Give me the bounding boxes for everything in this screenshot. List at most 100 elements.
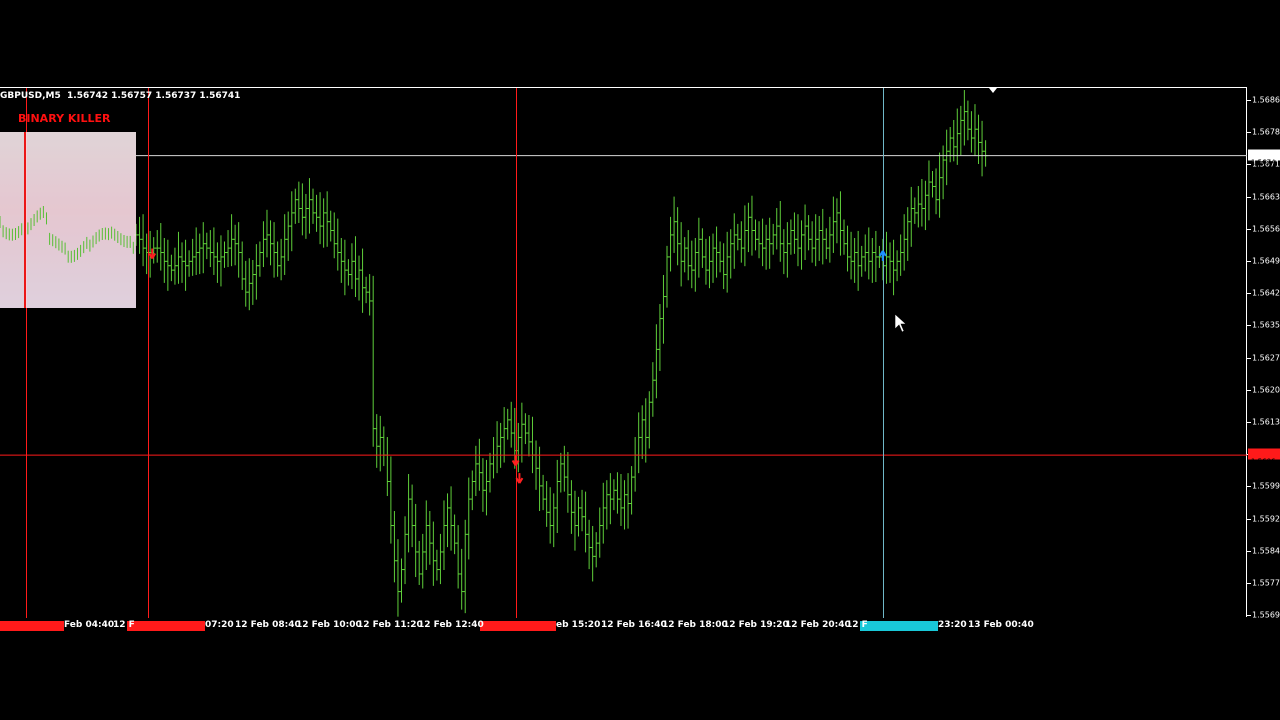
ohlc-bar (806, 215, 811, 251)
ohlc-bar (594, 532, 599, 568)
ohlc-bar (767, 217, 772, 269)
ohlc-bar (859, 245, 864, 277)
ohlc-bar (845, 225, 850, 272)
ohlc-bar (406, 474, 411, 553)
red-level-marker: 1.5606 (1248, 448, 1280, 466)
ohlc-bar (434, 549, 439, 581)
ohlc-bar (962, 90, 967, 146)
ohlc-bar (441, 500, 446, 571)
price-label: 1.5627 (1252, 353, 1280, 363)
ohlc-bar (852, 237, 857, 283)
ohlc-bar (445, 493, 450, 548)
ohlc-bar (392, 510, 397, 583)
time-marker (480, 621, 556, 631)
ohlc-bar (831, 196, 836, 253)
ohlc-bar (279, 238, 284, 281)
ohlc-bar (696, 217, 701, 278)
ohlc-bar (137, 216, 142, 254)
ohlc-bar (374, 414, 379, 468)
ohlc-bar (342, 239, 347, 296)
price-tick (1247, 486, 1251, 488)
ohlc-bar (937, 152, 942, 218)
ohlc-bar (842, 219, 846, 255)
time-marker (127, 621, 205, 631)
ohlc-bar (272, 222, 277, 278)
price-label: 1.5569 (1252, 610, 1280, 620)
price-tick (1247, 550, 1251, 552)
ohlc-bar (714, 226, 719, 278)
ohlc-bar (286, 211, 291, 261)
chart-window[interactable]: GBPUSD,M5 1.56742 1.56757 1.56737 1.5674… (0, 87, 1280, 632)
plot-area[interactable]: GBPUSD,M5 1.56742 1.56757 1.56737 1.5674… (0, 87, 1247, 618)
ohlc-bar (296, 181, 301, 224)
price-scale[interactable]: 1.5686 1.5678 1.5671 1.5663 1.5656 1.5649 1.56… (1247, 87, 1280, 620)
ohlc-bar (264, 209, 269, 258)
ohlc-bar (813, 214, 818, 267)
ohlc-bar (240, 241, 245, 290)
time-label: 12 F (846, 620, 868, 630)
ohlc-bar (318, 192, 323, 245)
price-label: 1.5613 (1252, 417, 1280, 427)
ohlc-bar (424, 500, 429, 571)
ohlc-bar (686, 230, 691, 281)
ohlc-bar (495, 421, 500, 474)
ohlc-bar (328, 210, 333, 242)
ohlc-bar (395, 539, 400, 617)
time-label: 23:20 (938, 620, 967, 630)
ohlc-bar (665, 245, 669, 308)
time-scale[interactable]: Feb 04:40 12 F 07:20 12 Feb 08:40 12 Feb 10:… (0, 617, 1247, 632)
ohlc-bar (413, 503, 418, 578)
time-label: 12 Feb 18:00 (662, 620, 728, 630)
ohlc-bar (640, 405, 645, 460)
ohlc-bar (438, 533, 443, 585)
ohlc-bar (636, 412, 641, 474)
ohlc-bar (456, 525, 461, 589)
ohlc-bar (820, 208, 825, 265)
ohlc-bar (275, 241, 280, 277)
price-tick (1247, 261, 1251, 262)
price-tick (1247, 615, 1251, 617)
price-tick (1247, 518, 1251, 520)
ohlc-bar (912, 197, 917, 224)
ohlc-bar (760, 218, 765, 267)
ohlc-bar (633, 437, 638, 492)
ohlc-bar (194, 227, 199, 275)
ohlc-bar (611, 479, 616, 511)
price-chart[interactable] (0, 88, 1247, 618)
red-level-text: 1.5606 (1251, 457, 1276, 466)
ohlc-bar (672, 196, 677, 253)
price-label: 1.5678 (1252, 127, 1280, 137)
ohlc-bar (311, 188, 315, 224)
ohlc-bar (941, 145, 946, 200)
ohlc-bar (764, 224, 769, 270)
price-label: 1.5592 (1252, 514, 1280, 524)
ohlc-bar (668, 216, 673, 272)
ohlc-bar (590, 525, 595, 582)
ohlc-bar (346, 259, 351, 286)
ohlc-bar (895, 250, 900, 282)
ohlc-bar (909, 186, 914, 247)
ohlc-bar (307, 178, 312, 234)
ohlc-bar (654, 324, 659, 399)
ohlc-bar (558, 452, 563, 493)
ohlc-bar (923, 180, 928, 231)
price-label: 1.5577 (1252, 578, 1280, 588)
ohlc-bar (466, 477, 471, 560)
time-label: 12 Feb 08:40 (235, 620, 301, 630)
ohlc-bar (381, 426, 386, 467)
ohlc-bar (176, 231, 181, 284)
ohlc-bar (930, 171, 935, 198)
ohlc-bar (926, 160, 931, 221)
price-label: 1.5686 (1252, 95, 1280, 105)
price-tick (1247, 325, 1251, 327)
time-marker (860, 621, 938, 631)
ohlc-bar (548, 487, 553, 544)
price-label: 1.5620 (1252, 385, 1280, 395)
ohlc-bar (314, 194, 319, 232)
ohlc-bar (803, 204, 808, 261)
indicator-panel[interactable] (0, 132, 136, 308)
ohlc-bar (629, 466, 634, 515)
ohlc-bar (902, 214, 907, 271)
ohlc-bar (530, 416, 535, 474)
price-tick (1247, 196, 1251, 198)
